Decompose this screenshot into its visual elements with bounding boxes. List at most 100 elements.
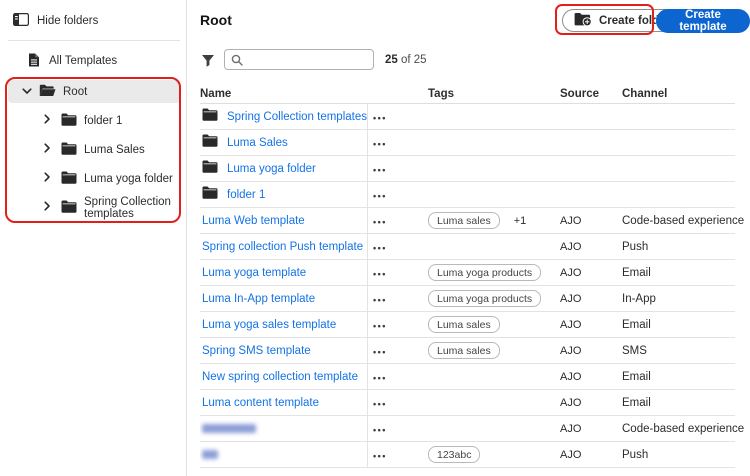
tag-badge: Luma yoga products (428, 264, 541, 281)
sidebar-item-all-templates[interactable]: All Templates (28, 52, 117, 70)
create-template-button[interactable]: Create template (656, 9, 750, 33)
name-cell: Luma yoga folder (200, 156, 368, 181)
more-actions-button[interactable]: ••• (373, 295, 387, 305)
folder-icon (202, 134, 218, 152)
tag-overflow-count: +1 (514, 215, 527, 227)
template-link[interactable]: Luma yoga template (202, 267, 306, 279)
channel-cell: Email (612, 371, 735, 383)
more-actions-button[interactable]: ••• (373, 191, 387, 201)
table-row: •••AJOCode-based experience (200, 416, 735, 442)
more-cell: ••• (368, 238, 420, 256)
channel-cell: Code-based experience (612, 215, 744, 227)
filter-funnel-icon (201, 56, 215, 71)
sidebar-item-label: Luma yoga folder (84, 173, 173, 185)
sidebar-item-luma-sales[interactable]: Luma Sales (0, 135, 187, 164)
more-actions-button[interactable]: ••• (373, 269, 387, 279)
more-actions-button[interactable]: ••• (373, 373, 387, 383)
sidebar-item-label: Luma Sales (84, 144, 145, 156)
name-cell: Luma Web template (200, 208, 368, 233)
more-actions-button[interactable]: ••• (373, 113, 387, 123)
tags-cell: Luma yoga products (420, 264, 548, 281)
name-cell: Luma yoga sales template (200, 312, 368, 337)
name-cell: Luma yoga template (200, 260, 368, 285)
folder-link[interactable]: folder 1 (227, 189, 265, 201)
table-row: Luma content template ••• AJOEmail (200, 390, 735, 416)
more-actions-button[interactable]: ••• (373, 139, 387, 149)
templates-table: Name Tags Source Channel Spring Collecti… (200, 84, 735, 468)
name-cell: Luma content template (200, 390, 368, 415)
tag-badge: Luma yoga products (428, 290, 541, 307)
more-actions-button[interactable]: ••• (373, 217, 387, 227)
sidebar-item-label: folder 1 (84, 115, 122, 127)
hide-folders-button[interactable]: Hide folders (13, 13, 98, 29)
more-cell: ••• (368, 342, 420, 360)
tag-badge: Luma sales (428, 342, 500, 359)
folder-add-icon (574, 12, 592, 29)
folder-icon (61, 200, 77, 216)
folder-link[interactable]: Spring Collection templates (227, 111, 367, 123)
source-cell: AJO (548, 397, 612, 409)
template-link[interactable]: Luma content template (202, 397, 319, 409)
more-cell: ••• (368, 394, 420, 412)
column-header-source: Source (548, 88, 612, 100)
more-cell: ••• (368, 186, 420, 204)
more-cell: ••• (368, 160, 420, 178)
redacted-name-link[interactable] (202, 450, 218, 459)
channel-cell: Email (612, 319, 735, 331)
source-cell: AJO (548, 319, 612, 331)
hide-folders-label: Hide folders (37, 15, 98, 27)
chevron-right-icon (44, 172, 51, 185)
template-link[interactable]: Spring SMS template (202, 345, 311, 357)
name-cell (200, 416, 368, 441)
search-input[interactable] (224, 49, 374, 70)
sidebar-item-spring-collection-templates[interactable]: Spring Collection templates (0, 193, 187, 222)
folder-icon (202, 186, 218, 204)
more-actions-button[interactable]: ••• (373, 243, 387, 253)
page-title: Root (200, 12, 232, 28)
table-row: Spring collection Push template•••AJOPus… (200, 234, 735, 260)
more-cell: ••• (368, 134, 420, 152)
channel-cell: Email (612, 267, 735, 279)
channel-cell: Email (612, 397, 735, 409)
more-actions-button[interactable]: ••• (373, 425, 387, 435)
sidebar-item-luma-yoga-folder[interactable]: Luma yoga folder (0, 164, 187, 193)
table-row: Luma Web template•••Luma sales+1AJOCode-… (200, 208, 735, 234)
redacted-name-link[interactable] (202, 424, 256, 433)
result-count-value: 25 (385, 54, 398, 66)
sidebar-item-label: Spring Collection templates (84, 196, 187, 220)
template-link[interactable]: Luma yoga sales template (202, 319, 336, 331)
name-cell: folder 1 (200, 182, 368, 207)
more-actions-button[interactable]: ••• (373, 321, 387, 331)
template-link[interactable]: Spring collection Push template (202, 241, 363, 253)
templates-page: Hide folders All Templates Root folder 1… (0, 0, 750, 476)
folder-icon (202, 160, 218, 178)
more-cell: ••• (368, 108, 420, 126)
source-cell: AJO (548, 345, 612, 357)
source-cell: AJO (548, 241, 612, 253)
more-actions-button[interactable]: ••• (373, 451, 387, 461)
source-cell: AJO (548, 449, 612, 461)
more-actions-button[interactable]: ••• (373, 399, 387, 409)
more-cell: ••• (368, 446, 420, 464)
more-actions-button[interactable]: ••• (373, 165, 387, 175)
more-actions-button[interactable]: ••• (373, 347, 387, 357)
more-cell: ••• (368, 420, 420, 438)
name-cell: New spring collection template (200, 364, 368, 389)
sidebar-item-folder-1[interactable]: folder 1 (0, 106, 187, 135)
folder-link[interactable]: Luma yoga folder (227, 163, 316, 175)
filter-button[interactable] (199, 53, 217, 71)
table-row: •••123abcAJOPush (200, 442, 735, 468)
column-header-tags: Tags (420, 88, 548, 100)
template-link[interactable]: Luma Web template (202, 215, 305, 227)
table-row: Luma Sales ••• (200, 130, 735, 156)
document-icon (28, 53, 40, 70)
name-cell: Luma Sales (200, 130, 368, 155)
folder-link[interactable]: Luma Sales (227, 137, 288, 149)
more-cell: ••• (368, 212, 420, 230)
template-link[interactable]: Luma In-App template (202, 293, 315, 305)
table-row: New spring collection template•••AJOEmai… (200, 364, 735, 390)
sidebar-item-root[interactable]: Root (8, 80, 180, 103)
folder-open-icon (39, 84, 56, 100)
folder-icon (202, 108, 218, 126)
template-link[interactable]: New spring collection template (202, 371, 358, 383)
